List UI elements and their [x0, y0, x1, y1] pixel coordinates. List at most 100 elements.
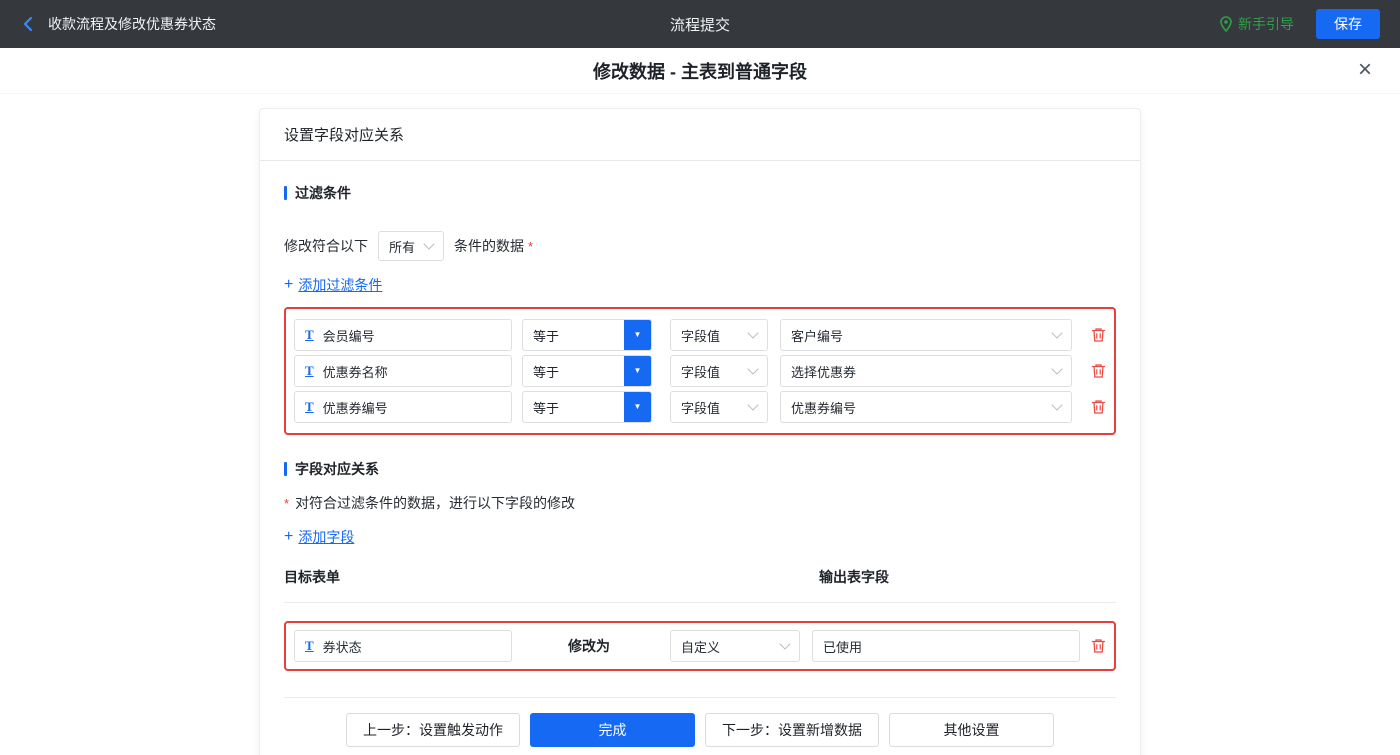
- modify-mode-select[interactable]: 自定义: [670, 630, 800, 662]
- chevron-down-icon: [423, 238, 434, 249]
- trash-icon: [1091, 399, 1106, 415]
- trash-icon: [1091, 363, 1106, 379]
- field-input[interactable]: T 优惠券编号: [294, 391, 512, 423]
- match-suffix: 条件的数据: [454, 236, 524, 256]
- value-type-select[interactable]: 字段值: [670, 391, 768, 423]
- value-type: 字段值: [681, 398, 720, 417]
- mapping-section-heading: 字段对应关系: [284, 459, 1116, 479]
- plus-icon: +: [284, 528, 293, 546]
- section-marker: [284, 186, 287, 200]
- column-target-form: 目标表单: [284, 567, 819, 587]
- back-button[interactable]: [20, 15, 38, 33]
- chevron-down-icon: [779, 638, 790, 649]
- mapping-row-highlight-box: T 券状态 修改为 自定义: [284, 621, 1116, 671]
- next-step-button[interactable]: 下一步：设置新增数据: [705, 713, 879, 747]
- mapping-table-header: 目标表单 输出表字段: [284, 567, 1116, 603]
- operator-value: 等于: [523, 320, 624, 350]
- card-title: 设置字段对应关系: [260, 109, 1140, 161]
- custom-value-input[interactable]: [812, 630, 1080, 662]
- filter-section-title: 过滤条件: [295, 183, 351, 203]
- prev-step-button[interactable]: 上一步：设置触发动作: [346, 713, 520, 747]
- chevron-left-icon: [20, 15, 38, 33]
- filter-row: T 优惠券名称 等于 ▼ 字段值 选择优惠券: [294, 355, 1106, 387]
- column-output-field: 输出表字段: [819, 567, 889, 587]
- value-type: 字段值: [681, 362, 720, 381]
- add-field-label: 添加字段: [298, 527, 354, 547]
- trash-icon: [1091, 327, 1106, 343]
- operator-value: 等于: [523, 392, 624, 422]
- field-mapping-card: 设置字段对应关系 过滤条件 修改符合以下 所有 条件的数据 * + 添加过滤条件…: [259, 108, 1141, 755]
- compare-value-select[interactable]: 客户编号: [780, 319, 1072, 351]
- chevron-down-icon: [1051, 399, 1062, 410]
- modal-title: 修改数据 - 主表到普通字段: [593, 58, 807, 84]
- other-settings-button[interactable]: 其他设置: [889, 713, 1054, 747]
- card-footer: 上一步：设置触发动作 完成 下一步：设置新增数据 其他设置: [284, 697, 1116, 755]
- close-icon[interactable]: ×: [1358, 58, 1372, 82]
- add-filter-condition-label: 添加过滤条件: [298, 275, 382, 295]
- field-input[interactable]: T 优惠券名称: [294, 355, 512, 387]
- required-asterisk: *: [284, 496, 289, 511]
- caret-down-icon: ▼: [634, 367, 642, 375]
- value-type: 字段值: [681, 326, 720, 345]
- chevron-down-icon: [1051, 327, 1062, 338]
- done-button[interactable]: 完成: [530, 713, 695, 747]
- chevron-down-icon: [747, 363, 758, 374]
- operator-dropdown-button[interactable]: ▼: [624, 356, 651, 386]
- compare-value-select[interactable]: 选择优惠券: [780, 355, 1072, 387]
- compare-value: 客户编号: [791, 326, 843, 345]
- text-field-icon: T: [305, 399, 314, 415]
- modify-mode-value: 自定义: [681, 637, 720, 656]
- operator-dropdown-button[interactable]: ▼: [624, 392, 651, 422]
- workflow-title: 收款流程及修改优惠券状态: [48, 14, 216, 34]
- target-field-name: 券状态: [323, 637, 362, 656]
- modify-to-label: 修改为: [568, 636, 610, 656]
- compare-value-select[interactable]: 优惠券编号: [780, 391, 1072, 423]
- match-mode-value: 所有: [389, 237, 415, 256]
- mapping-section-title: 字段对应关系: [295, 459, 379, 479]
- filter-rows-highlight-box: T 会员编号 等于 ▼ 字段值 客户编号: [284, 307, 1116, 435]
- mapping-description: * 对符合过滤条件的数据，进行以下字段的修改: [284, 493, 1116, 513]
- modal-header: 修改数据 - 主表到普通字段 ×: [0, 48, 1400, 94]
- target-field-input[interactable]: T 券状态: [294, 630, 512, 662]
- text-field-icon: T: [305, 363, 314, 379]
- match-mode-select[interactable]: 所有: [378, 231, 444, 261]
- mapping-row: T 券状态 修改为 自定义: [294, 630, 1106, 662]
- top-bar: 收款流程及修改优惠券状态 流程提交 新手引导 保存: [0, 0, 1400, 48]
- delete-row-button[interactable]: [1090, 327, 1106, 343]
- field-name: 会员编号: [323, 326, 375, 345]
- delete-row-button[interactable]: [1090, 363, 1106, 379]
- add-filter-condition-link[interactable]: + 添加过滤条件: [284, 275, 382, 295]
- operator-select[interactable]: 等于 ▼: [522, 391, 652, 423]
- beginner-guide-label: 新手引导: [1238, 14, 1294, 34]
- filter-section-heading: 过滤条件: [284, 183, 1116, 203]
- caret-down-icon: ▼: [634, 403, 642, 411]
- operator-value: 等于: [523, 356, 624, 386]
- filter-row: T 会员编号 等于 ▼ 字段值 客户编号: [294, 319, 1106, 351]
- section-marker: [284, 462, 287, 476]
- save-button[interactable]: 保存: [1316, 9, 1380, 39]
- add-field-link[interactable]: + 添加字段: [284, 527, 354, 547]
- filter-row: T 优惠券编号 等于 ▼ 字段值 优惠券编号: [294, 391, 1106, 423]
- beginner-guide-button[interactable]: 新手引导: [1219, 14, 1294, 34]
- operator-select[interactable]: 等于 ▼: [522, 319, 652, 351]
- operator-select[interactable]: 等于 ▼: [522, 355, 652, 387]
- value-type-select[interactable]: 字段值: [670, 319, 768, 351]
- match-condition-line: 修改符合以下 所有 条件的数据 *: [284, 231, 1116, 261]
- field-name: 优惠券编号: [323, 398, 388, 417]
- delete-row-button[interactable]: [1090, 638, 1106, 654]
- map-pin-icon: [1219, 16, 1233, 32]
- field-name: 优惠券名称: [323, 362, 388, 381]
- value-type-select[interactable]: 字段值: [670, 355, 768, 387]
- compare-value: 优惠券编号: [791, 398, 856, 417]
- field-input[interactable]: T 会员编号: [294, 319, 512, 351]
- trash-icon: [1091, 638, 1106, 654]
- match-prefix: 修改符合以下: [284, 236, 368, 256]
- chevron-down-icon: [747, 327, 758, 338]
- text-field-icon: T: [305, 327, 314, 343]
- mapping-description-text: 对符合过滤条件的数据，进行以下字段的修改: [295, 493, 575, 513]
- delete-row-button[interactable]: [1090, 399, 1106, 415]
- operator-dropdown-button[interactable]: ▼: [624, 320, 651, 350]
- chevron-down-icon: [747, 399, 758, 410]
- caret-down-icon: ▼: [634, 331, 642, 339]
- text-field-icon: T: [305, 638, 314, 654]
